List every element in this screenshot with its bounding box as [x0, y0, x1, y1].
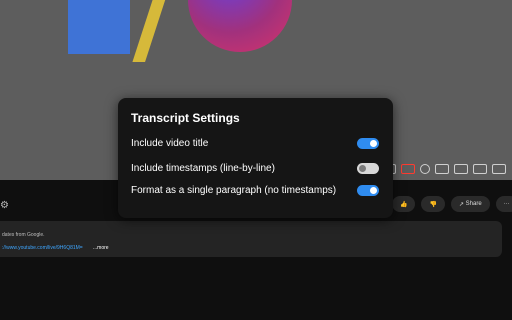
option-single-paragraph: Format as a single paragraph (no timesta… — [131, 185, 379, 196]
share-icon: ↗ — [458, 201, 464, 208]
description-link[interactable]: ://www.youtube.com/live/9H6Q81M= — [2, 245, 83, 251]
share-button[interactable]: ↗ Share — [450, 196, 490, 212]
toggle-knob — [370, 140, 377, 147]
thumbs-down-icon: 👎 — [429, 201, 437, 208]
cast-icon[interactable] — [473, 164, 487, 174]
video-thumbnail-art — [0, 0, 512, 62]
description-text: dates from Google. — [2, 232, 45, 238]
art-blue-shape — [68, 0, 130, 54]
video-actions: 👍 👎 ↗ Share ··· — [392, 196, 512, 212]
toggle-switch[interactable] — [357, 163, 379, 174]
option-label: Include timestamps (line-by-line) — [131, 163, 275, 174]
more-actions-button[interactable]: ··· — [495, 196, 512, 212]
art-yellow-slash — [131, 0, 177, 62]
like-button[interactable]: 👍 — [392, 196, 416, 212]
gear-icon[interactable]: ⚙ — [0, 200, 9, 211]
thumbs-up-icon: 👍 — [400, 201, 408, 208]
miniplayer-icon[interactable] — [435, 164, 449, 174]
toggle-knob — [370, 187, 377, 194]
theater-icon[interactable] — [454, 164, 468, 174]
description-more[interactable]: ...more — [93, 245, 109, 251]
fullscreen-icon[interactable] — [492, 164, 506, 174]
option-include-timestamps: Include timestamps (line-by-line) — [131, 163, 379, 174]
option-include-video-title: Include video title — [131, 138, 379, 149]
option-label: Include video title — [131, 138, 209, 149]
more-label: ··· — [503, 201, 510, 207]
art-gradient-circle — [188, 0, 292, 52]
settings-icon[interactable] — [420, 164, 430, 174]
youtube-icon[interactable] — [401, 164, 415, 174]
dialog-title: Transcript Settings — [131, 111, 240, 125]
dislike-button[interactable]: 👎 — [421, 196, 445, 212]
transcript-settings-dialog: Transcript Settings Include video title … — [118, 98, 393, 218]
toggle-switch[interactable] — [357, 185, 379, 196]
share-label: Share — [465, 201, 482, 207]
description-box[interactable] — [0, 221, 502, 257]
toggle-switch[interactable] — [357, 138, 379, 149]
toggle-knob — [359, 165, 366, 172]
option-label: Format as a single paragraph (no timesta… — [131, 185, 337, 196]
